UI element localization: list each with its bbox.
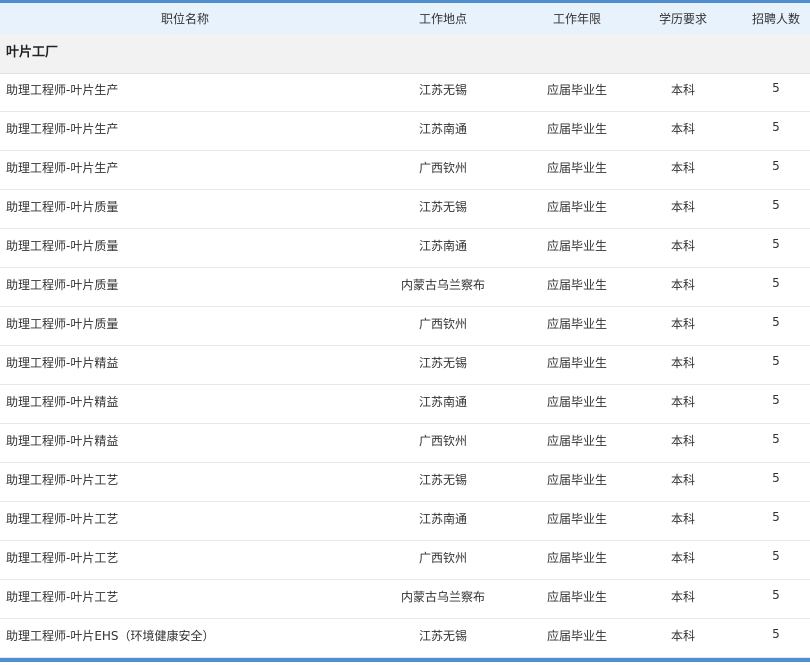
table-row[interactable]: 助理工程师-叶片质量 内蒙古乌兰察布 应届毕业生 本科 5: [0, 268, 810, 307]
table-row[interactable]: 助理工程师-叶片EHS（环境健康安全） 江苏无锡 应届毕业生 本科 5: [0, 619, 810, 658]
header-education: 学历要求: [658, 12, 707, 26]
table-row[interactable]: 助理工程师-叶片精益 江苏无锡 应届毕业生 本科 5: [0, 346, 810, 385]
table-row[interactable]: 助理工程师-叶片质量 江苏南通 应届毕业生 本科 5: [0, 229, 810, 268]
table-header-row: 职位名称 工作地点 工作年限 学历要求 招聘人数: [0, 3, 810, 35]
table-row[interactable]: 助理工程师-叶片工艺 广西钦州 应届毕业生 本科 5: [0, 541, 810, 580]
group-row: 叶片工厂: [0, 34, 810, 74]
table-row[interactable]: 助理工程师-叶片工艺 内蒙古乌兰察布 应届毕业生 本科 5: [0, 580, 810, 619]
table-row[interactable]: 助理工程师-叶片质量 江苏无锡 应届毕业生 本科 5: [0, 190, 810, 229]
table-row[interactable]: 助理工程师-叶片精益 江苏南通 应届毕业生 本科 5: [0, 385, 810, 424]
table-row[interactable]: 助理工程师-叶片生产 江苏无锡 应届毕业生 本科 5: [0, 73, 810, 112]
header-location: 工作地点: [418, 12, 467, 26]
table-body: 助理工程师-叶片生产 江苏无锡 应届毕业生 本科 5 助理工程师-叶片生产 江苏南通 应届毕业…: [0, 73, 810, 658]
header-hire-count: 招聘人数: [751, 12, 800, 26]
table-row[interactable]: 助理工程师-叶片生产 江苏南通 应届毕业生 本科 5: [0, 112, 810, 151]
table-row[interactable]: 助理工程师-叶片生产 广西钦州 应届毕业生 本科 5: [0, 151, 810, 190]
table-row[interactable]: 助理工程师-叶片精益 广西钦州 应届毕业生 本科 5: [0, 424, 810, 463]
table-row[interactable]: 助理工程师-叶片质量 广西钦州 应届毕业生 本科 5: [0, 307, 810, 346]
table-row[interactable]: 助理工程师-叶片工艺 江苏无锡 应届毕业生 本科 5: [0, 463, 810, 502]
header-work-years: 工作年限: [552, 12, 601, 26]
header-position-name: 职位名称: [160, 12, 209, 26]
table-row[interactable]: 助理工程师-叶片工艺 江苏南通 应届毕业生 本科 5: [0, 502, 810, 541]
job-table: 职位名称 工作地点 工作年限 学历要求 招聘人数 叶片工厂 助理工程师-叶片生产…: [0, 0, 810, 662]
table-bottom-border: [0, 658, 810, 662]
